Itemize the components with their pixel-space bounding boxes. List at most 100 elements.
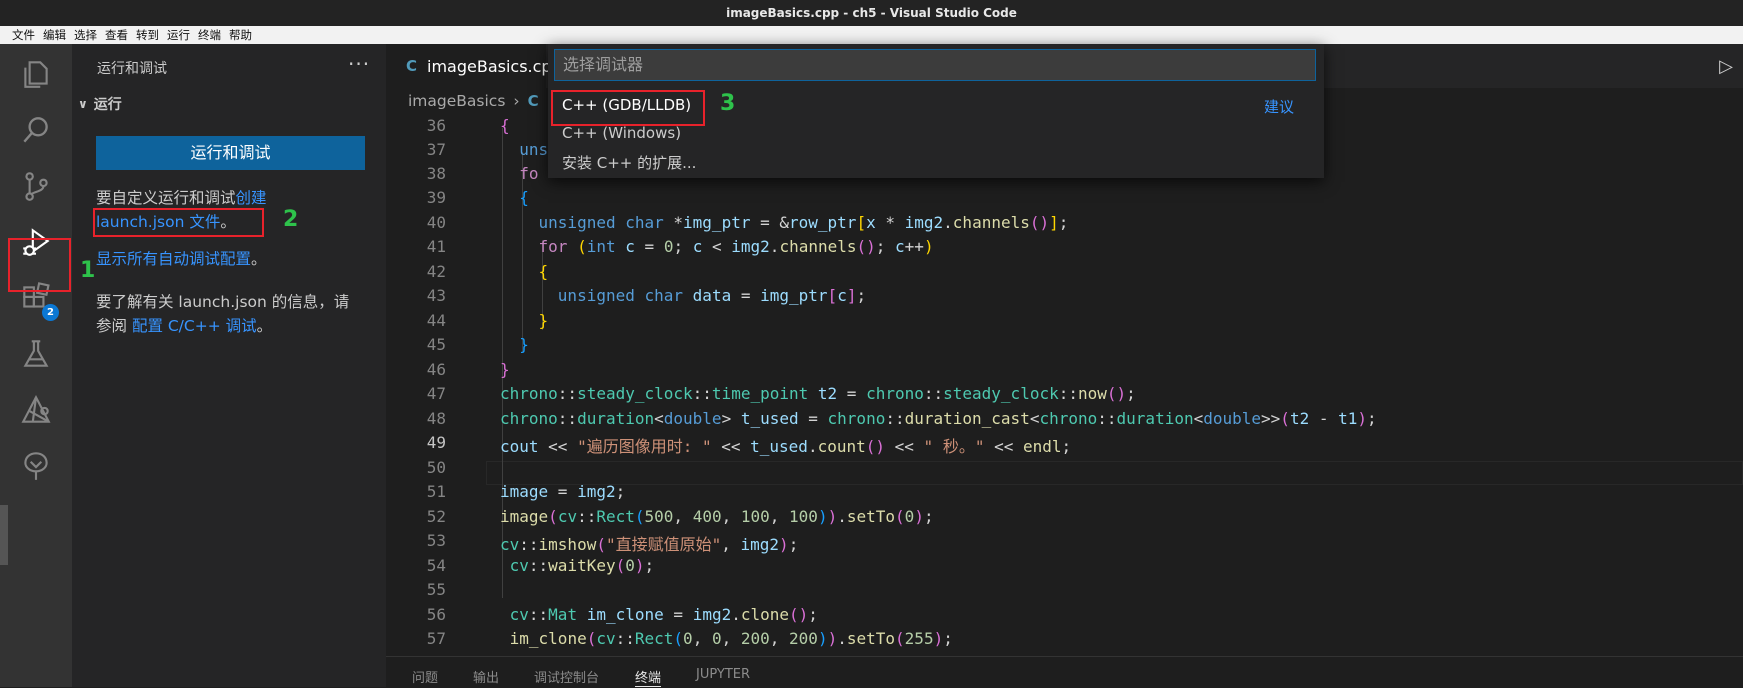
line-number: 52 [426,507,446,526]
code-line: image = img2; [500,482,626,501]
current-line-highlight [486,461,1743,485]
menu-bar: 文件 编辑 选择 查看 转到 运行 终端 帮助 [0,26,1743,44]
line-number: 54 [426,556,446,575]
panel-tab-terminal[interactable]: 终端 [635,667,662,687]
create-prefix: 要自定义运行和调试 [96,189,236,207]
run-file-icon[interactable]: ▷ [1719,56,1733,77]
line-number: 46 [426,360,446,379]
learn-see: 参阅 [96,317,132,335]
show-all-suffix: 。 [251,250,267,268]
install-cpp-extension-option[interactable]: 安装 C++ 的扩展... [562,152,696,173]
line-number: 55 [426,580,446,599]
code-line: cv::Mat im_clone = img2.clone(); [509,605,818,624]
menu-run[interactable]: 运行 [167,27,190,43]
code-line-current: cout << "遍历图像用时: " << t_used.count() << … [500,437,1072,456]
code-line: image(cv::Rect(500, 400, 100, 100)).setT… [500,507,934,526]
panel-tab-debug-console[interactable]: 调试控制台 [534,667,599,686]
line-number: 43 [426,286,446,305]
highlight-box-launch-json [93,208,264,237]
explorer-icon[interactable] [0,46,72,102]
panel-tab-jupyter[interactable]: JUPYTER [696,667,750,682]
tree-view-icon[interactable] [0,438,72,494]
code-line: } [519,335,529,354]
highlight-box-gdb-option [551,90,705,126]
chevron-down-icon: ∨ [78,97,88,111]
section-label: 运行 [93,97,122,113]
line-number: 45 [426,335,446,354]
run-debug-sidebar: 运行和调试 ··· ∨ 运行 运行和调试 要自定义运行和调试创建 launch.j… [72,44,386,687]
show-all-text: 显示所有自动调试配置。 [96,247,267,271]
window-title: imageBasics.cpp - ch5 - Visual Studio Co… [0,0,1743,26]
editor-tab-imagebasics[interactable]: C imageBasics.cpp [386,44,562,88]
breadcrumb: imageBasics › C [408,92,549,110]
line-number: 42 [426,262,446,281]
search-icon[interactable] [0,102,72,158]
line-number: 48 [426,409,446,428]
more-actions-icon[interactable]: ··· [348,52,370,76]
code-line: uns [519,140,549,159]
line-number: 47 [426,384,446,403]
breadcrumb-separator-icon: › [513,92,520,110]
line-number: 56 [426,605,446,624]
menu-edit[interactable]: 编辑 [43,27,66,43]
cpp-symbol-icon: C [527,92,539,110]
line-number: 44 [426,311,446,330]
show-all-configs-link[interactable]: 显示所有自动调试配置 [96,250,251,268]
code-line: chrono::duration<double> t_used = chrono… [500,409,1377,428]
code-line: { [500,116,510,135]
annotation-number-3: 3 [720,91,736,116]
create-link[interactable]: 创建 [236,189,267,207]
line-number: 37 [426,140,446,159]
activity-bar: 2 [0,44,72,687]
line-number: 50 [426,458,446,477]
line-number: 57 [426,629,446,648]
tab-label: imageBasics.cpp [427,56,562,76]
menu-selection[interactable]: 选择 [74,27,97,43]
testing-icon[interactable] [0,326,72,382]
highlight-box-run-debug [8,238,71,292]
line-number: 41 [426,237,446,256]
line-number: 39 [426,188,446,207]
annotation-number-1: 1 [80,258,96,283]
code-line: cv::imshow("直接赋值原始", img2); [500,535,799,554]
annotation-number-2: 2 [283,207,299,232]
code-line: fo [519,164,539,183]
line-number: 53 [426,531,446,550]
code-line: unsigned char data = img_ptr[c]; [557,286,867,305]
code-line: cv::waitKey(0); [509,556,655,575]
configure-cpp-debug-link[interactable]: 配置 C/C++ 调试 [132,317,257,335]
learn-more-text: 要了解有关 launch.json 的信息，请 参阅 配置 C/C++ 调试。 [96,290,386,338]
menu-file[interactable]: 文件 [12,27,35,43]
learn-prefix: 要了解有关 launch.json 的信息，请 [96,293,350,311]
cpp-file-icon: C [406,57,418,75]
panel-tab-problems[interactable]: 问题 [412,667,438,686]
code-line: { [519,188,529,207]
menu-go[interactable]: 转到 [136,27,159,43]
debugger-option-windows[interactable]: C++ (Windows) [562,124,681,142]
extensions-badge: 2 [42,304,59,321]
menu-help[interactable]: 帮助 [229,27,252,43]
debugger-search-input[interactable]: 选择调试器 [554,49,1316,81]
code-line: { [538,262,549,281]
code-line: } [500,360,510,379]
line-number: 36 [426,116,446,135]
run-and-debug-button[interactable]: 运行和调试 [96,136,365,170]
source-control-icon[interactable] [0,158,72,214]
cmake-icon[interactable] [0,382,72,438]
code-line: chrono::steady_clock::time_point t2 = ch… [500,384,1136,403]
bottom-panel: 问题 输出 调试控制台 终端 JUPYTER [386,656,1743,688]
code-line: } [538,311,549,330]
suggested-label: 建议 [1264,98,1295,116]
breadcrumb-file[interactable]: imageBasics [408,92,505,110]
line-number-current: 49 [426,433,446,452]
menu-view[interactable]: 查看 [105,27,128,43]
learn-suffix: 。 [256,317,273,335]
panel-tab-output[interactable]: 输出 [473,667,499,686]
line-number: 38 [426,164,446,183]
window-edge-stripe [0,505,8,565]
sidebar-title: 运行和调试 [97,61,167,77]
code-line: im_clone(cv::Rect(0, 0, 200, 200)).setTo… [509,629,953,648]
code-line: unsigned char *img_ptr = &row_ptr[x * im… [538,213,1069,232]
menu-terminal[interactable]: 终端 [198,27,221,43]
run-section-header[interactable]: ∨ 运行 [78,94,122,114]
